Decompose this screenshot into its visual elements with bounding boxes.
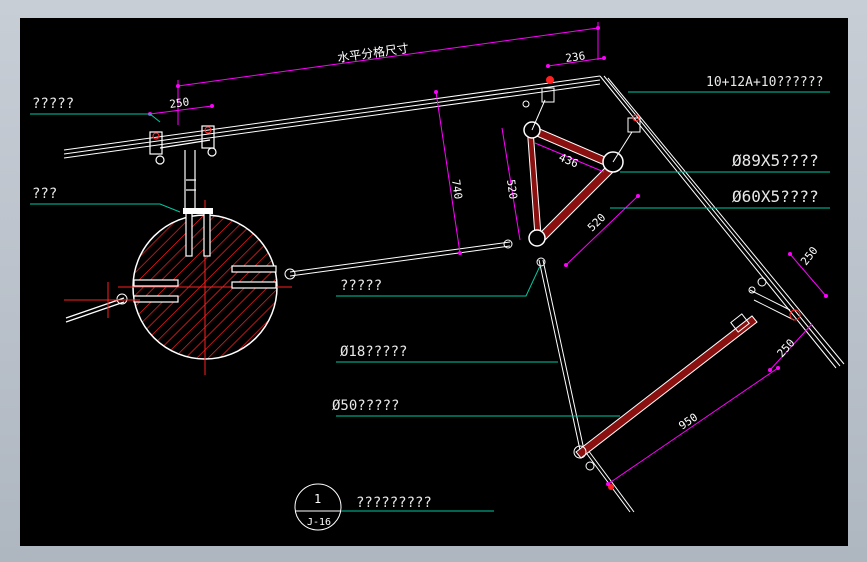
callout-rod50: Ø50????? — [332, 398, 399, 414]
glass-panel-top — [63, 75, 601, 159]
dim-950: 950 — [676, 411, 700, 433]
dim-250-right-top: 250 — [798, 244, 820, 268]
dim-436: 436 — [557, 151, 580, 171]
callout-left-top: ????? — [32, 96, 74, 112]
dim-250-right-mid: 250 — [775, 337, 798, 360]
dim-520-diag: 520 — [585, 211, 608, 234]
lower-strut — [573, 277, 801, 490]
cad-drawing: 水平分格尺寸 236 250 740 520 436 520 250 250 9… — [30, 22, 845, 531]
concrete-column — [118, 200, 292, 375]
glass-panel-right — [599, 75, 845, 369]
hanger-rod — [536, 257, 635, 513]
title-text: ????????? — [356, 495, 432, 511]
tie-rod-horizontal — [284, 239, 513, 280]
left-tie — [64, 282, 140, 323]
title-number: 1 — [314, 492, 321, 506]
callout-center: ????? — [340, 278, 382, 294]
callout-rod18: Ø18????? — [340, 344, 407, 360]
dim-top-span: 水平分格尺寸 — [336, 40, 409, 65]
triangle-truss — [522, 76, 641, 247]
dim-520-vertical: 520 — [504, 179, 520, 200]
title-block: 1 J-16 ????????? — [294, 483, 494, 531]
cad-drawing-canvas: 水平分格尺寸 236 250 740 520 436 520 250 250 9… — [20, 18, 848, 546]
title-sheet: J-16 — [307, 517, 331, 528]
callout-tube89: Ø89X5???? — [732, 151, 819, 170]
callout-glass-spec: 10+12A+10?????? — [706, 75, 823, 90]
callout-left-mid: ??? — [32, 186, 57, 202]
callout-tube60: Ø60X5???? — [732, 187, 819, 206]
dim-250-left: 250 — [169, 95, 190, 111]
dim-740: 740 — [449, 179, 465, 200]
dim-236: 236 — [565, 49, 586, 65]
